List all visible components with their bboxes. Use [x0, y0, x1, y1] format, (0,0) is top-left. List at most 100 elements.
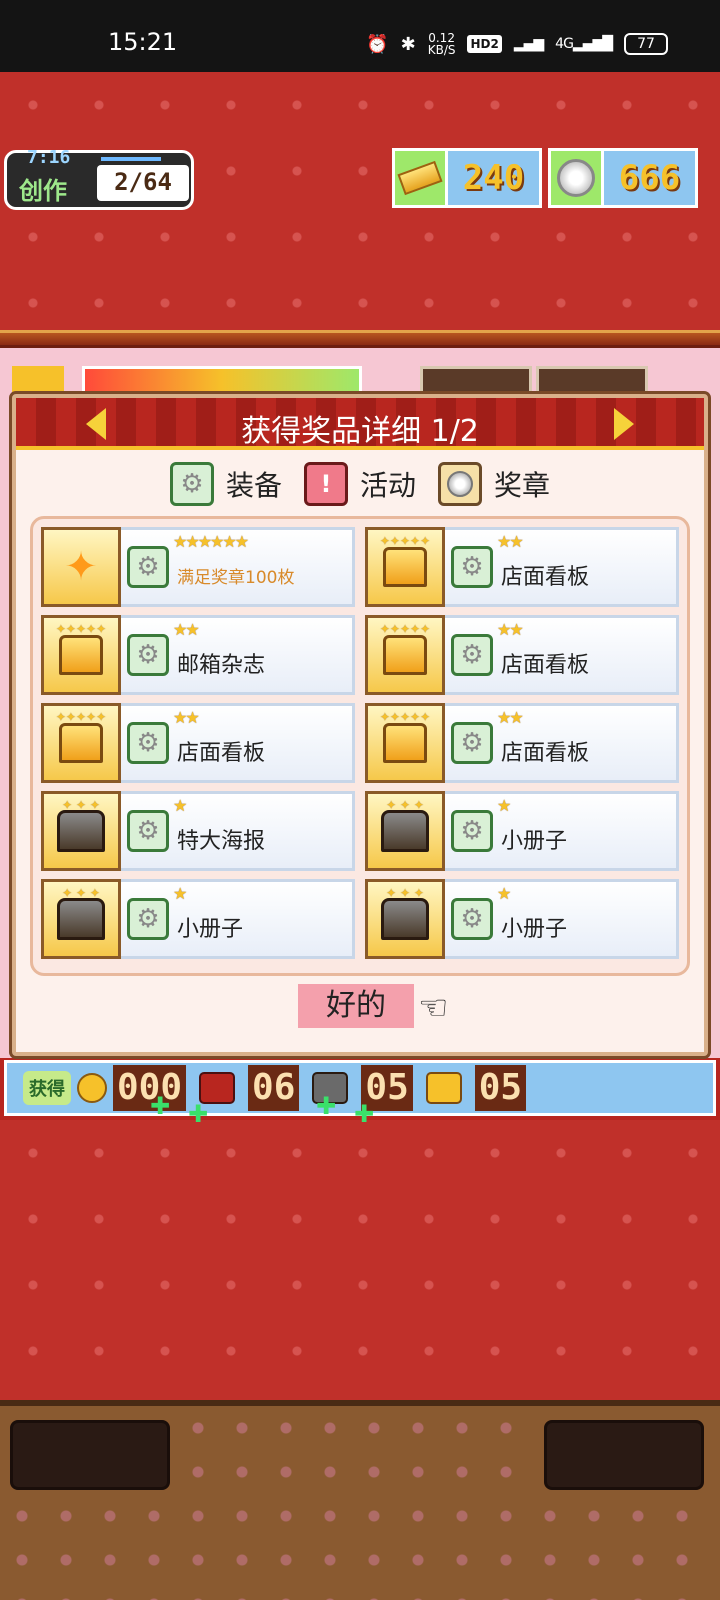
timer-bar [101, 157, 161, 161]
prize-item[interactable]: ✦ ⚙ ★★★★★★ 满足奖章100枚 [41, 527, 355, 607]
prize-item[interactable]: ✦ ✦ ✦ ⚙ ★ 小册子 [41, 879, 355, 959]
equip-gear-icon: ⚙ [451, 810, 493, 852]
legend-medal-label: 奖章 [494, 469, 551, 502]
prize-item[interactable]: ✦ ✦ ✦ ⚙ ★ 特大海报 [41, 791, 355, 871]
gold-counter[interactable]: 240 [392, 148, 542, 208]
prize-item[interactable]: ✦ ✦ ✦ ⚙ ★ 小册子 [365, 791, 679, 871]
medal-icon [438, 462, 482, 506]
acquired-gold-chests: 05 [474, 1065, 527, 1111]
signal-label: 4G [555, 36, 574, 52]
prize-rank-stars: ★★ [497, 708, 524, 727]
signal-4g: 4G▂▄▆█ [555, 36, 613, 52]
wallpaper-lower [0, 1120, 720, 1400]
hd-icon: HD2 [467, 35, 502, 53]
equip-gear-icon: ⚙ [127, 546, 169, 588]
prize-item[interactable]: ✦✦✦✦✦ ⚙ ★★ 店面看板 [41, 703, 355, 783]
prize-info: ⚙ ★ 小册子 [445, 791, 679, 871]
prize-name: 店面看板 [177, 741, 266, 766]
prize-info: ⚙ ★★ 店面看板 [445, 615, 679, 695]
prize-rank-stars: ★ [497, 796, 511, 815]
prize-detail-dialog: 获得奖品详细 1/2 ⚙ 装备 ! 活动 奖章 ✦ ⚙ ★★★★★★ 满足奖章100枚… [12, 394, 708, 1056]
prize-name: 特大海报 [177, 829, 266, 854]
equip-gear-icon: ⚙ [451, 546, 493, 588]
coin-icon [77, 1073, 107, 1103]
sparkle-icon: ✦ [41, 527, 121, 607]
gold-chest-icon: ✦✦✦✦✦ [365, 703, 445, 783]
acquired-red-chests: 06 [248, 1065, 300, 1111]
category-legend: ⚙ 装备 ! 活动 奖章 [16, 462, 704, 506]
gold-chest-icon: ✦✦✦✦✦ [365, 527, 445, 607]
prize-rank-stars: ★ [173, 796, 187, 815]
sparkle-icon: ✚ [188, 1100, 209, 1128]
legend-equip: ⚙ 装备 [169, 462, 282, 506]
background-gauge [82, 366, 362, 396]
sparkle-icon: ✚ [316, 1092, 337, 1120]
prize-rank-stars: ★★ [497, 620, 524, 639]
prize-list: ✦ ⚙ ★★★★★★ 满足奖章100枚 ✦✦✦✦✦ ⚙ ★★ 店面看板 ✦✦✦✦✦ ⚙ ★★ 邮箱杂志… [30, 516, 690, 976]
gold-chest-icon: ✦✦✦✦✦ [365, 615, 445, 695]
prize-grid: ✦ ⚙ ★★★★★★ 满足奖章100枚 ✦✦✦✦✦ ⚙ ★★ 店面看板 ✦✦✦✦✦ ⚙ ★★ 邮箱杂志… [41, 527, 679, 959]
prize-item[interactable]: ✦✦✦✦✦ ⚙ ★★ 店面看板 [365, 615, 679, 695]
prize-info: ⚙ ★ 特大海报 [121, 791, 355, 871]
prize-item[interactable]: ✦✦✦✦✦ ⚙ ★★ 邮箱杂志 [41, 615, 355, 695]
prize-rank-stars: ★ [497, 884, 511, 903]
prize-item[interactable]: ✦ ✦ ✦ ⚙ ★ 小册子 [365, 879, 679, 959]
equip-gear-icon: ⚙ [127, 722, 169, 764]
bluetooth-icon: ✱ [400, 33, 416, 55]
equip-gear-icon: ⚙ [127, 810, 169, 852]
dark-chest-icon: ✦ ✦ ✦ [365, 791, 445, 871]
legend-event: ! 活动 [303, 462, 416, 506]
prize-info: ⚙ ★ 小册子 [445, 879, 679, 959]
floor-slot-right [544, 1420, 704, 1490]
prize-rank-stars: ★★ [173, 708, 200, 727]
next-page-arrow-icon[interactable] [614, 408, 634, 440]
legend-equip-label: 装备 [225, 469, 282, 502]
dark-chest-icon: ✦ ✦ ✦ [41, 879, 121, 959]
prize-name: 店面看板 [501, 653, 590, 678]
equip-gear-icon: ⚙ [127, 898, 169, 940]
status-bar: 15:21 ⏰ ✱ 0.12 KB/S HD2 ▂▄▆ 4G▂▄▆█ 77 [0, 0, 720, 72]
prize-name: 店面看板 [501, 565, 590, 590]
gold-chest-icon: ✦✦✦✦✦ [41, 703, 121, 783]
medal-coin-icon [548, 148, 604, 208]
prize-rank-stars: ★★ [497, 532, 524, 551]
equip-gear-icon: ⚙ [169, 462, 214, 506]
prize-info: ⚙ ★★ 邮箱杂志 [121, 615, 355, 695]
dialog-header: 获得奖品详细 1/2 [16, 398, 704, 450]
prize-info: ⚙ ★★ 店面看板 [121, 703, 355, 783]
sparkle-icon: ✚ [354, 1100, 375, 1128]
ok-button[interactable]: 好的 [298, 984, 414, 1028]
create-timer: 7:16 [27, 147, 71, 168]
background-tabs [420, 366, 648, 396]
background-tag [12, 366, 64, 396]
background-tab [420, 366, 532, 396]
create-label: 创作 [19, 177, 67, 205]
prize-rank-stars: ★★★★★★ [173, 532, 249, 551]
prize-item[interactable]: ✦✦✦✦✦ ⚙ ★★ 店面看板 [365, 703, 679, 783]
background-tab [536, 366, 648, 396]
prize-name: 小册子 [177, 917, 244, 942]
status-icons: ⏰ ✱ 0.12 KB/S HD2 ▂▄▆ 4G▂▄▆█ 77 [366, 32, 668, 56]
acquired-label: 获得 [23, 1071, 71, 1105]
prize-item[interactable]: ✦✦✦✦✦ ⚙ ★★ 店面看板 [365, 527, 679, 607]
net-speed-unit: KB/S [427, 43, 456, 57]
gold-bar-icon [392, 148, 448, 208]
prize-name: 店面看板 [501, 741, 590, 766]
battery-icon: 77 [624, 33, 668, 55]
equip-gear-icon: ⚙ [451, 634, 493, 676]
dialog-title: 获得奖品详细 1/2 [241, 414, 479, 449]
create-counter[interactable]: 7:16 创作 2/64 [4, 147, 194, 210]
signal-icon: ▂▄▆ [513, 36, 544, 52]
medal-counter[interactable]: 666 [548, 148, 698, 208]
gold-value: 240 [448, 148, 542, 208]
sparkle-icon: ✚ [150, 1092, 171, 1120]
medal-value: 666 [604, 148, 698, 208]
equip-gear-icon: ⚙ [451, 722, 493, 764]
prize-name: 小册子 [501, 829, 568, 854]
floor-slot-left [10, 1420, 170, 1490]
prize-name: 小册子 [501, 917, 568, 942]
clock: 15:21 [108, 28, 178, 56]
prize-rank-stars: ★★ [173, 620, 200, 639]
prize-info: ⚙ ★★★★★★ 满足奖章100枚 [121, 527, 355, 607]
equip-gear-icon: ⚙ [127, 634, 169, 676]
